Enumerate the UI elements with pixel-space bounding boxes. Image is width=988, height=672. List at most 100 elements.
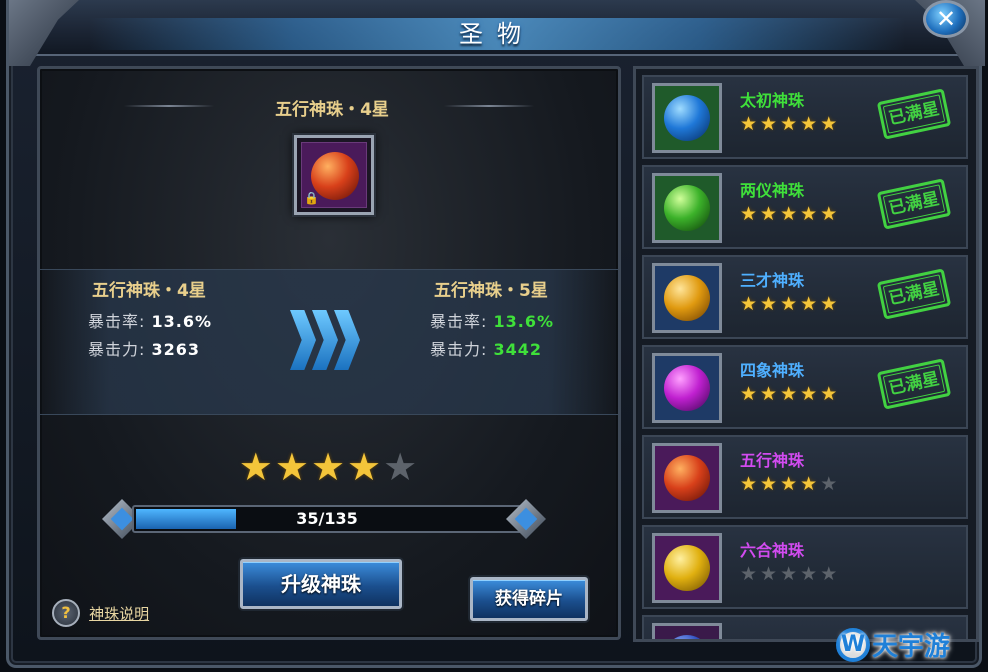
- shard-progress-bar: 35/135: [132, 505, 522, 533]
- relic-icon-frame: [652, 83, 722, 153]
- orb-icon: [664, 545, 710, 591]
- orb-icon: [664, 275, 710, 321]
- current-crit-rate: 暴击率: 13.6%: [88, 308, 212, 332]
- star-filled-icon: ★: [740, 383, 761, 405]
- relic-star-rating: ★★★★★: [740, 203, 840, 225]
- star-filled-icon: ★: [820, 383, 841, 405]
- star-filled-icon: ★: [740, 293, 761, 315]
- star-filled-icon: ★: [740, 473, 761, 495]
- star-empty-icon: ★: [780, 563, 801, 585]
- star-filled-icon: ★: [800, 473, 821, 495]
- relic-list[interactable]: 太初神珠 ★★★★★ 已满星 两仪神珠 ★★★★★ 已满星 三才神珠 ★★★★★ 已满星 四象神珠…: [633, 66, 979, 642]
- star-filled-icon: ★: [780, 113, 801, 135]
- relic-icon-frame: [652, 623, 722, 639]
- relic-list-item[interactable]: 两仪神珠 ★★★★★ 已满星: [642, 165, 968, 249]
- star-filled-icon: ★: [780, 203, 801, 225]
- relic-icon-frame: [652, 353, 722, 423]
- close-button[interactable]: ✕: [923, 0, 969, 38]
- relic-star-rating: ★★★★★: [740, 293, 840, 315]
- window-title: 圣物: [459, 20, 535, 48]
- star-empty-icon: ★: [383, 445, 420, 489]
- relic-list-item[interactable]: 四象神珠 ★★★★★ 已满星: [642, 345, 968, 429]
- help-label[interactable]: 神珠说明: [89, 605, 149, 623]
- relic-name: 五行神珠: [740, 451, 805, 470]
- star-filled-icon: ★: [760, 293, 781, 315]
- current-crit-dmg: 暴击力: 3263: [88, 336, 200, 360]
- relic-icon-frame: [652, 533, 722, 603]
- crit-rate-label: 暴击率:: [430, 312, 488, 331]
- relic-star-rating: ★★★★★: [740, 383, 840, 405]
- relic-list-item[interactable]: 六合神珠 ★★★★★: [642, 525, 968, 609]
- star-filled-icon: ★: [310, 445, 348, 489]
- help-icon[interactable]: ?: [52, 599, 80, 627]
- relic-list-item[interactable]: 三才神珠 ★★★★★ 已满星: [642, 255, 968, 339]
- watermark-icon: W: [836, 627, 870, 662]
- star-filled-icon: ★: [780, 473, 801, 495]
- relic-star-rating: ★★★★★: [740, 563, 840, 585]
- max-star-stamp: 已满星: [876, 178, 952, 230]
- crit-dmg-value: 3263: [151, 340, 201, 359]
- star-filled-icon: ★: [760, 383, 781, 405]
- relic-star-rating: ★★★★★: [740, 113, 840, 135]
- star-filled-icon: ★: [820, 113, 841, 135]
- star-filled-icon: ★: [800, 383, 821, 405]
- star-filled-icon: ★: [760, 473, 781, 495]
- orb-icon: [664, 635, 710, 639]
- star-filled-icon: ★: [274, 445, 311, 489]
- star-empty-icon: ★: [740, 563, 761, 585]
- watermark-logo: W 天宇游: [836, 626, 984, 670]
- star-empty-icon: ★: [760, 563, 781, 585]
- stat-compare: 五行神珠・4星 暴击率: 13.6% 暴击力: 3263 五行神珠・5星 暴击率…: [40, 269, 618, 415]
- help-link[interactable]: ? 神珠说明: [52, 599, 149, 627]
- current-level-label: 五行神珠・4星: [92, 281, 206, 301]
- max-star-stamp: 已满星: [876, 88, 952, 140]
- crit-rate-value: 13.6%: [151, 312, 213, 331]
- star-rating: ★★★★★: [40, 445, 618, 489]
- relic-name: 三才神珠: [740, 271, 805, 290]
- star-filled-icon: ★: [800, 203, 821, 225]
- star-filled-icon: ★: [347, 445, 384, 489]
- relic-name: 两仪神珠: [740, 181, 805, 200]
- crit-dmg-label: 暴击力:: [430, 340, 488, 359]
- watermark-text: 天宇游: [872, 632, 951, 662]
- relic-icon-frame: [652, 173, 722, 243]
- star-filled-icon: ★: [800, 113, 821, 135]
- star-filled-icon: ★: [820, 293, 841, 315]
- next-crit-rate: 暴击率: 13.6%: [430, 308, 554, 332]
- star-filled-icon: ★: [800, 293, 821, 315]
- crit-dmg-label: 暴击力:: [88, 340, 146, 359]
- upgrade-button[interactable]: 升级神珠: [240, 559, 402, 609]
- relic-icon-frame: [652, 263, 722, 333]
- crit-rate-label: 暴击率:: [88, 312, 146, 331]
- star-filled-icon: ★: [740, 203, 761, 225]
- crit-dmg-value: 3442: [493, 340, 543, 359]
- star-empty-icon: ★: [820, 473, 841, 495]
- star-filled-icon: ★: [238, 445, 275, 489]
- selected-item-frame[interactable]: 🔒: [294, 135, 374, 215]
- get-shards-button[interactable]: 获得碎片: [470, 577, 588, 621]
- relic-name: 太初神珠: [740, 91, 805, 110]
- detail-panel: 五行神珠・4星 🔒 五行神珠・4星 暴击率: 13.6% 暴击力: 3263 五…: [37, 66, 621, 640]
- star-filled-icon: ★: [740, 113, 761, 135]
- relic-name: 六合神珠: [740, 541, 805, 560]
- relic-list-item[interactable]: 太初神珠 ★★★★★ 已满星: [642, 75, 968, 159]
- orb-icon: [664, 455, 710, 501]
- relic-icon-frame: [652, 443, 722, 513]
- star-filled-icon: ★: [820, 203, 841, 225]
- max-star-stamp: 已满星: [876, 358, 952, 410]
- star-filled-icon: ★: [780, 383, 801, 405]
- relic-window: 圣物 ✕ 五行神珠・4星 🔒 五行神珠・4星 暴击率: 13.6% 暴击力: 3…: [6, 0, 985, 668]
- star-filled-icon: ★: [780, 293, 801, 315]
- star-filled-icon: ★: [760, 203, 781, 225]
- max-star-stamp: 已满星: [876, 268, 952, 320]
- star-filled-icon: ★: [760, 113, 781, 135]
- arrow-icon-1: [290, 310, 316, 370]
- title-bar: 圣物: [9, 0, 985, 66]
- next-crit-dmg: 暴击力: 3442: [430, 336, 542, 360]
- relic-name: 四象神珠: [740, 361, 805, 380]
- progress-text: 35/135: [296, 509, 358, 528]
- orb-icon: [664, 185, 710, 231]
- relic-list-item[interactable]: 五行神珠 ★★★★★: [642, 435, 968, 519]
- orb-icon: [664, 95, 710, 141]
- selected-item-name: 五行神珠・4星: [275, 100, 389, 120]
